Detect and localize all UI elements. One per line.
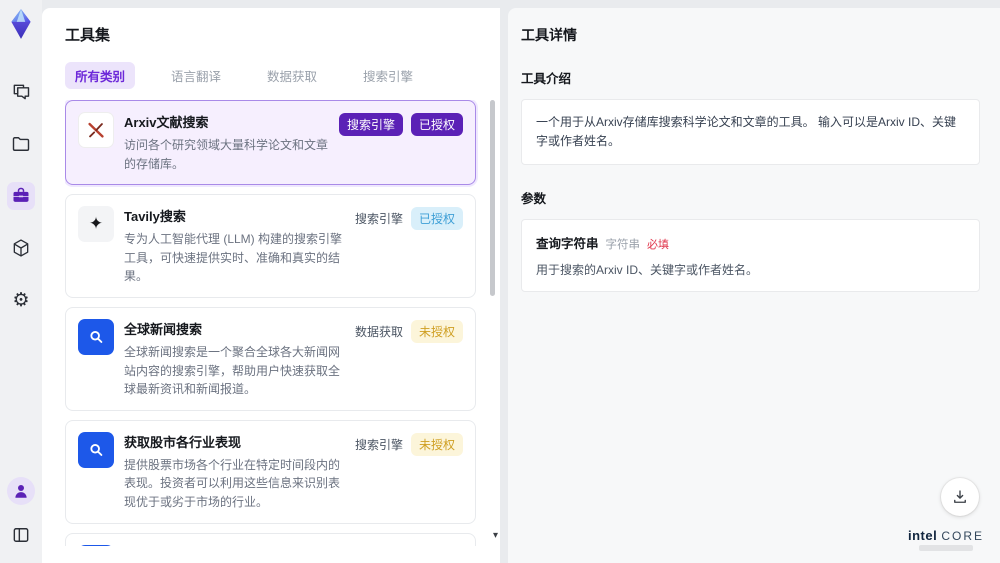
tool-card-global-news[interactable]: 全球新闻搜索 全球新闻搜索是一个聚合全球各大新闻网站内容的搜索引擎，帮助用户快速… [65, 306, 476, 411]
brand-subline [918, 545, 973, 551]
tool-title: 获取股市各行业表现 [124, 434, 242, 450]
category-tabs: 所有类别 语言翻译 数据获取 搜索引擎 [65, 62, 484, 89]
download-icon [954, 490, 966, 503]
folder-icon[interactable] [7, 130, 35, 158]
tool-title: Tavily搜索 [124, 209, 186, 225]
param-name: 查询字符串 [536, 237, 599, 252]
auth-status-badge: 未授权 [410, 432, 463, 456]
param-required-flag: 必填 [647, 239, 670, 252]
tool-list: Arxiv文献搜索 访问各个研究领域大量科学论文和文章的存储库。 搜索引擎 已授… [65, 100, 484, 546]
tool-description: 提供股票市场各个行业在特定时间段内的表现。投资者可以利用这些信息来识别表现优于或… [124, 457, 341, 509]
chat-icon[interactable] [7, 78, 35, 106]
auth-status-badge: 已授权 [410, 207, 463, 231]
news-search-icon [78, 431, 114, 468]
tool-description: 全球新闻搜索是一个聚合全球各大新闻网站内容的搜索引擎，帮助用户快速获取全球最新资… [124, 344, 341, 397]
param-type: 字符串 [605, 239, 641, 252]
tool-title: 全球新闻搜索 [124, 321, 203, 337]
tool-card-sector-performance[interactable]: 获取股市各行业表现 提供股票市场各个行业在特定时间段内的表现。投资者可以利用这些… [65, 419, 476, 524]
tab-search-engine[interactable]: 搜索引擎 [353, 62, 423, 89]
settings-gear-icon[interactable]: ⚙ [7, 286, 35, 314]
tool-description: 专为人工智能代理 (LLM) 构建的搜索引擎工具，可快速提供实时、准确和真实的结… [124, 232, 343, 284]
param-description: 用于搜索的Arxiv ID、关键字或作者姓名。 [536, 263, 759, 278]
intro-card: 一个用于从Arxiv存储库搜索科学论文和文章的工具。 输入可以是Arxiv ID… [521, 99, 980, 166]
intro-text: 一个用于从Arxiv存储库搜索科学论文和文章的工具。 输入可以是Arxiv ID… [536, 115, 957, 149]
scroll-down-arrow[interactable]: ▾ [493, 531, 498, 541]
category-label: 数据获取 [354, 324, 403, 339]
news-search-icon [78, 318, 114, 355]
brand-core: CORE [941, 529, 984, 543]
detail-title: 工具详情 [521, 27, 577, 43]
app-logo [8, 8, 34, 40]
intel-core-logo: intel CORE [908, 528, 984, 551]
page-title: 工具集 [65, 27, 111, 44]
scrollbar-track[interactable] [490, 94, 495, 534]
tool-title: Arxiv文献搜索 [124, 115, 209, 130]
cube-icon[interactable] [7, 234, 35, 262]
arxiv-logo-icon [78, 112, 114, 148]
param-card: 查询字符串 字符串 必填 用于搜索的Arxiv ID、关键字或作者姓名。 [521, 219, 980, 293]
left-icon-rail: ⚙ [0, 0, 42, 563]
tool-card-arxiv[interactable]: Arxiv文献搜索 访问各个研究领域大量科学论文和文章的存储库。 搜索引擎 已授… [65, 100, 476, 186]
tool-list-panel: 工具集 所有类别 语言翻译 数据获取 搜索引擎 Arxiv文献搜索 访问各个研究… [42, 8, 500, 563]
category-badge: 搜索引擎 [338, 113, 403, 136]
params-heading: 参数 [521, 192, 547, 207]
scrollbar-thumb[interactable] [490, 100, 495, 296]
tavily-star-icon: ✦ [78, 206, 114, 243]
tab-language-translation[interactable]: 语言翻译 [161, 62, 231, 89]
brand-intel: intel [907, 528, 938, 543]
gear-glyph: ⚙ [12, 289, 30, 311]
auth-status-badge: 未授权 [410, 319, 463, 343]
category-label: 搜索引擎 [354, 212, 403, 227]
intro-heading: 工具介绍 [521, 72, 572, 86]
tool-description: 访问各个研究领域大量科学论文和文章的存储库。 [124, 138, 329, 171]
news-search-icon [78, 544, 114, 546]
tab-data-fetch[interactable]: 数据获取 [257, 62, 327, 89]
tab-all-categories[interactable]: 所有类别 [65, 62, 136, 89]
category-label: 搜索引擎 [354, 437, 403, 452]
download-button[interactable] [941, 478, 979, 516]
tool-card-active-stocks[interactable]: 获取市场最活跃股票信息 提供当天交易量最高的股票列表，投资者可以利用这些信息来识… [65, 532, 476, 546]
auth-status-badge: 已授权 [410, 113, 463, 136]
tool-title: 获取市场最活跃股票信息 [124, 545, 345, 546]
toolbox-icon[interactable] [7, 182, 35, 210]
tool-detail-panel: 工具详情 工具介绍 一个用于从Arxiv存储库搜索科学论文和文章的工具。 输入可… [508, 8, 1000, 563]
tool-card-tavily[interactable]: ✦ Tavily搜索 专为人工智能代理 (LLM) 构建的搜索引擎工具，可快速提… [65, 194, 476, 298]
user-icon[interactable] [7, 477, 35, 505]
panel-toggle-icon[interactable] [7, 521, 35, 549]
